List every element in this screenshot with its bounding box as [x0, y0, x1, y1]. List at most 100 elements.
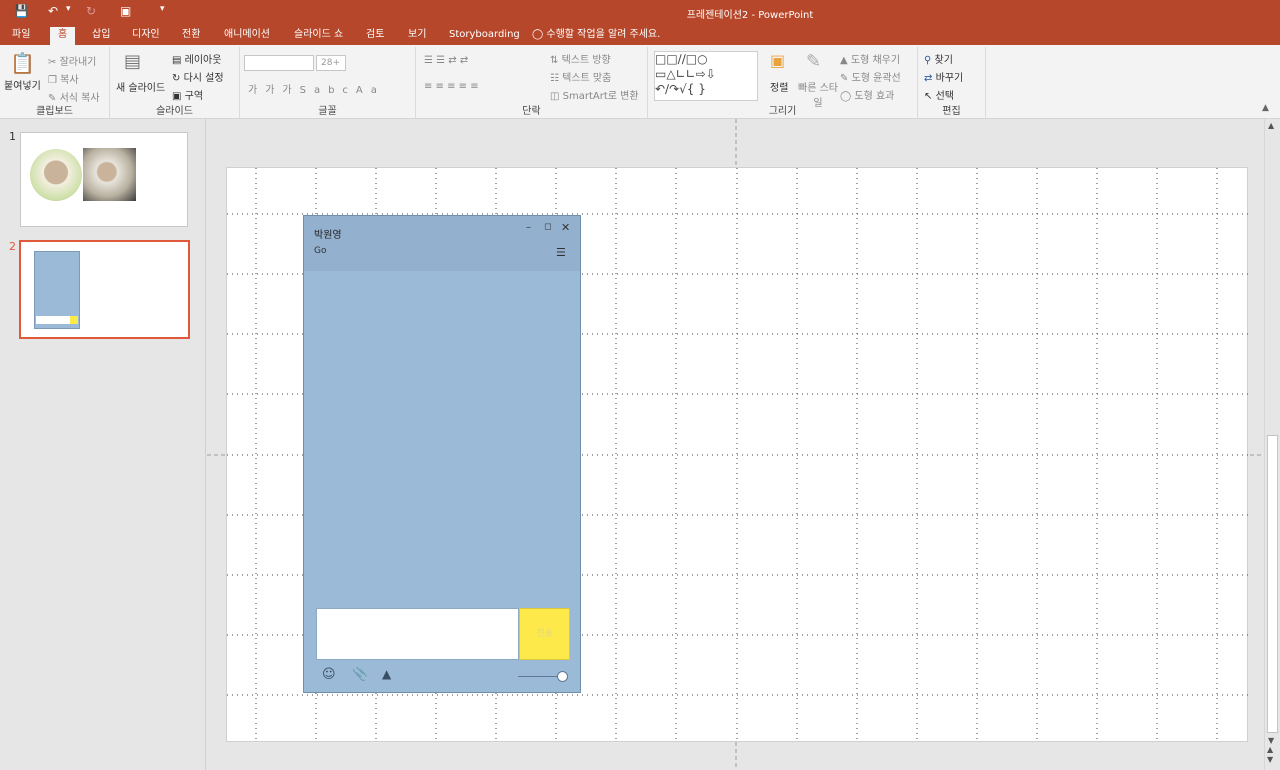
- replace-icon: ⇄: [924, 73, 933, 84]
- arrange-icon[interactable]: ▣: [770, 51, 785, 70]
- cut-label: 잘라내기: [59, 57, 97, 68]
- shape-fill-label: 도형 채우기: [850, 55, 901, 66]
- ribbon: 📋 붙여넣기 ✂ 잘라내기 ❐ 복사 ✎ 서식 복사 클립보드 ▤ 새 슬라이드…: [0, 45, 1280, 119]
- hamburger-menu-icon[interactable]: ☰: [556, 246, 566, 259]
- maximize-icon[interactable]: ◻: [544, 222, 551, 232]
- collapse-ribbon-icon[interactable]: ▲: [1262, 103, 1269, 113]
- tab-file[interactable]: 파일: [4, 27, 38, 45]
- tab-insert[interactable]: 삽입: [84, 27, 118, 45]
- reset-button[interactable]: ↻ 다시 설정: [172, 69, 224, 84]
- thumb-input: [36, 316, 70, 324]
- layout-icon: ▤: [172, 55, 182, 66]
- cut-button[interactable]: ✂ 잘라내기: [48, 53, 96, 68]
- tab-animations[interactable]: 애니메이션: [216, 27, 278, 45]
- shape-effects-button[interactable]: ◯ 도형 효과: [840, 87, 894, 102]
- select-button[interactable]: ↖ 선택: [924, 87, 954, 102]
- group-paragraph: ☰ ☰ ⇄ ⇄ ≡ ≡ ≡ ≡ ≡ ⇅ 텍스트 방향 ☷ 텍스트 맞춤 ◫ Sm…: [416, 47, 648, 119]
- scrollbar-thumb[interactable]: [1267, 435, 1278, 733]
- group-clipboard: 📋 붙여넣기 ✂ 잘라내기 ❐ 복사 ✎ 서식 복사 클립보드: [0, 47, 110, 119]
- drawing-group-label: 그리기: [768, 106, 797, 117]
- font-format-buttons[interactable]: 가가가SabcAa: [248, 81, 385, 96]
- lightbulb-icon: ◯: [532, 29, 544, 40]
- layout-button[interactable]: ▤ 레이아웃: [172, 51, 221, 66]
- select-label: 선택: [935, 91, 954, 102]
- close-icon[interactable]: ✕: [561, 221, 570, 234]
- cursor-icon: ↖: [924, 91, 933, 102]
- chat-message-input[interactable]: [316, 608, 519, 660]
- tab-home[interactable]: 홈: [50, 27, 76, 45]
- vertical-scrollbar[interactable]: ▲ ▼ ▲ ▼: [1264, 119, 1280, 770]
- window-title: 프레젠테이션2 - PowerPoint: [686, 10, 814, 21]
- font-name-combo[interactable]: [244, 55, 314, 71]
- scroll-up-icon[interactable]: ▲: [1268, 121, 1274, 130]
- tab-review[interactable]: 검토: [358, 27, 392, 45]
- font-size-combo[interactable]: 28+: [316, 55, 346, 71]
- paint-bucket-icon: ▲: [840, 55, 848, 66]
- chat-send-button[interactable]: 전송: [519, 608, 570, 660]
- arrange-button[interactable]: 정렬: [770, 79, 788, 94]
- tab-transitions[interactable]: 전환: [174, 27, 208, 45]
- slide-thumbnail-1[interactable]: [20, 132, 188, 227]
- scissors-icon: ✂: [48, 57, 57, 68]
- image-icon[interactable]: ▲: [382, 667, 391, 681]
- bullets-icon[interactable]: ☰ ☰ ⇄ ⇄: [424, 55, 468, 66]
- chat-status: Go: [314, 246, 327, 256]
- tab-view[interactable]: 보기: [400, 27, 434, 45]
- attachment-icon[interactable]: 📎: [352, 667, 368, 682]
- shape-outline-button[interactable]: ✎ 도형 윤곽선: [840, 69, 901, 84]
- tell-me-text: 수행할 작업을 알려 주세요.: [546, 29, 661, 40]
- tab-storyboarding[interactable]: Storyboarding: [441, 27, 528, 45]
- chat-window-thumbnail: [34, 251, 80, 329]
- shape-fill-button[interactable]: ▲ 도형 채우기: [840, 51, 900, 66]
- find-label: 찾기: [934, 55, 953, 66]
- text-direction-label: 텍스트 방향: [561, 55, 611, 66]
- opacity-slider-thumb[interactable]: [557, 671, 568, 682]
- paste-button[interactable]: 붙여넣기: [4, 77, 41, 92]
- copy-button[interactable]: ❐ 복사: [48, 71, 79, 86]
- align-text-label: 텍스트 맞춤: [562, 73, 612, 84]
- new-slide-icon[interactable]: ▤: [124, 51, 141, 72]
- smartart-icon: ◫: [550, 91, 560, 102]
- emoji-icon[interactable]: ☺: [322, 667, 336, 682]
- effects-icon: ◯: [840, 91, 852, 102]
- section-button[interactable]: ▣ 구역: [172, 87, 203, 102]
- title-bar: 💾 ↶ ▾ ↻ ▣ ▾ 프레젠테이션2 - PowerPoint: [0, 0, 1280, 25]
- new-slide-button[interactable]: 새 슬라이드: [116, 79, 165, 94]
- next-slide-icon[interactable]: ▼: [1267, 755, 1273, 764]
- section-label: 구역: [184, 91, 204, 102]
- tab-slideshow[interactable]: 슬라이드 쇼: [286, 27, 351, 45]
- shape-effects-label: 도형 효과: [854, 91, 895, 102]
- paste-icon[interactable]: 📋: [10, 51, 35, 75]
- slide-thumbnail-2[interactable]: [19, 240, 190, 339]
- align-icons[interactable]: ≡ ≡ ≡ ≡ ≡: [424, 81, 479, 92]
- smartart-label: SmartArt로 변환: [562, 91, 639, 102]
- reset-label: 다시 설정: [183, 73, 224, 84]
- tell-me-box[interactable]: ◯ 수행할 작업을 알려 주세요.: [524, 27, 668, 45]
- slides-pane: 1 2: [0, 119, 206, 770]
- replace-label: 바꾸기: [935, 73, 964, 84]
- thumb-send: [70, 316, 78, 324]
- editing-group-label: 편집: [942, 106, 961, 117]
- scroll-down-icon[interactable]: ▼: [1268, 736, 1274, 745]
- tab-design[interactable]: 디자인: [124, 27, 168, 45]
- copy-label: 복사: [60, 75, 79, 86]
- minimize-icon[interactable]: –: [526, 222, 531, 233]
- ribbon-tabs: 파일 홈 삽입 디자인 전환 애니메이션 슬라이드 쇼 검토 보기 Storyb…: [0, 25, 1280, 45]
- shapes-gallery[interactable]: □□∕∕□○ ▭△∟∟⇨⇩ ↶∕↷√{ }: [654, 51, 758, 101]
- text-direction-icon: ⇅: [550, 55, 559, 66]
- font-group-label: 글꼴: [318, 106, 337, 117]
- replace-button[interactable]: ⇄ 바꾸기: [924, 69, 963, 84]
- paragraph-group-label: 단락: [522, 106, 541, 117]
- group-drawing: □□∕∕□○ ▭△∟∟⇨⇩ ↶∕↷√{ } ▣ 정렬 ✎ 빠른 스타일 ▲ 도형 채…: [648, 47, 918, 119]
- chat-window-shape[interactable]: 박원영 Go – ◻ ✕ ☰ 전송 ☺ 📎 ▲: [303, 215, 581, 693]
- previous-slide-icon[interactable]: ▲: [1267, 745, 1273, 754]
- smartart-button[interactable]: ◫ SmartArt로 변환: [550, 87, 639, 102]
- profile-photo-circle: [30, 149, 82, 201]
- chat-contact-name: 박원영: [314, 230, 342, 241]
- clipboard-group-label: 클립보드: [36, 106, 73, 117]
- search-icon: ⚲: [924, 55, 932, 66]
- align-text-button[interactable]: ☷ 텍스트 맞춤: [550, 69, 611, 84]
- quick-styles-icon[interactable]: ✎: [806, 51, 821, 72]
- text-direction-button[interactable]: ⇅ 텍스트 방향: [550, 51, 611, 66]
- find-button[interactable]: ⚲ 찾기: [924, 51, 953, 66]
